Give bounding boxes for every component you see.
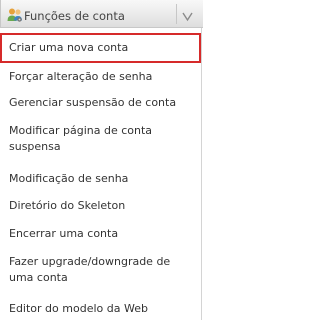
menu-item-skeleton-directory[interactable]: Diretório do Skeleton: [9, 198, 193, 214]
menu-item-label: Modificação de senha: [9, 172, 129, 185]
users-gear-icon: [7, 8, 22, 22]
menu-item-label: Diretório do Skeleton: [9, 199, 126, 212]
menu-title: Funções de conta: [24, 9, 125, 23]
menu-item-label: Modificar página de conta suspensa: [9, 124, 153, 153]
menu-item-label: Fazer upgrade/downgrade de uma conta: [9, 255, 171, 284]
header-divider: [176, 4, 177, 24]
menu-item-label: Encerrar uma conta: [9, 227, 119, 240]
menu-item-label: Editor do modelo da Web: [9, 302, 148, 315]
menu-item-label: Forçar alteração de senha: [9, 70, 153, 83]
menu-item-manage-suspension[interactable]: Gerenciar suspensão de conta: [9, 95, 193, 111]
menu-header[interactable]: Funções de conta: [0, 0, 203, 28]
menu-item-label: Criar uma nova conta: [9, 41, 129, 54]
menu-item-force-password-change[interactable]: Forçar alteração de senha: [9, 69, 193, 85]
account-functions-menu: Funções de conta Criar uma nova conta Fo…: [0, 0, 204, 320]
chevron-down-icon[interactable]: [181, 10, 194, 23]
menu-item-password-modification[interactable]: Modificação de senha: [9, 171, 193, 187]
menu-item-web-template-editor[interactable]: Editor do modelo da Web: [9, 301, 193, 317]
menu-item-upgrade-downgrade[interactable]: Fazer upgrade/downgrade de uma conta: [9, 254, 193, 286]
menu-item-modify-suspended-page[interactable]: Modificar página de conta suspensa: [9, 123, 193, 155]
menu-item-create-account[interactable]: Criar uma nova conta: [0, 33, 201, 63]
menu-item-terminate-account[interactable]: Encerrar uma conta: [9, 226, 193, 242]
menu-item-label: Gerenciar suspensão de conta: [9, 96, 177, 109]
menu-list: Criar uma nova conta Forçar alteração de…: [0, 28, 202, 320]
